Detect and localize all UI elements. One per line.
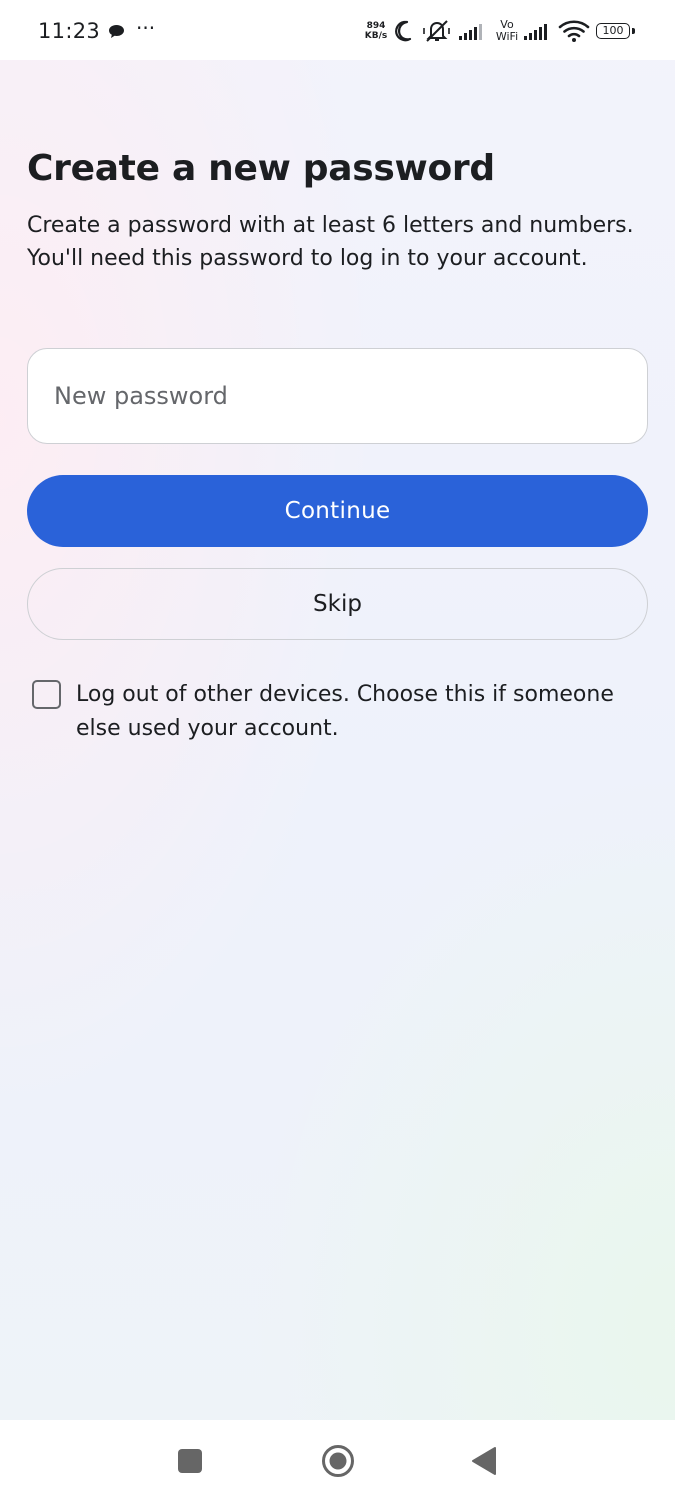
more-dots-icon: ··· bbox=[136, 16, 156, 40]
vowifi-bottom: WiFi bbox=[495, 30, 519, 43]
network-speed: 894 KB/s bbox=[361, 21, 391, 41]
network-speed-value: 894 bbox=[366, 21, 386, 31]
back-triangle-icon[interactable] bbox=[471, 1446, 497, 1476]
status-time: 11:23 bbox=[38, 19, 101, 43]
logout-other-devices-label: Log out of other devices. Choose this if… bbox=[76, 682, 614, 741]
vibrate-off-icon bbox=[423, 20, 450, 42]
recents-square-icon[interactable] bbox=[178, 1449, 202, 1473]
continue-button[interactable]: Continue bbox=[27, 475, 648, 547]
moon-icon bbox=[395, 20, 412, 42]
logout-other-devices-checkbox[interactable] bbox=[32, 680, 61, 709]
network-speed-unit: KB/s bbox=[364, 31, 388, 41]
skip-button[interactable]: Skip bbox=[27, 568, 648, 640]
home-circle-icon[interactable] bbox=[321, 1444, 355, 1478]
vowifi-indicator: Vo WiFi bbox=[492, 19, 522, 43]
status-bar: 11:23 ··· 894 KB/s Vo WiFi 100 bbox=[0, 0, 675, 60]
new-password-input[interactable] bbox=[27, 348, 648, 444]
wifi-icon bbox=[558, 20, 590, 42]
page-title: Create a new password bbox=[27, 148, 495, 189]
battery-icon: 100 bbox=[596, 23, 630, 39]
signal-icon bbox=[459, 24, 482, 40]
page-description: Create a password with at least 6 letter… bbox=[27, 213, 634, 271]
signal-icon bbox=[524, 24, 547, 40]
chat-bubble-icon bbox=[109, 25, 124, 38]
battery-tip bbox=[632, 28, 635, 34]
